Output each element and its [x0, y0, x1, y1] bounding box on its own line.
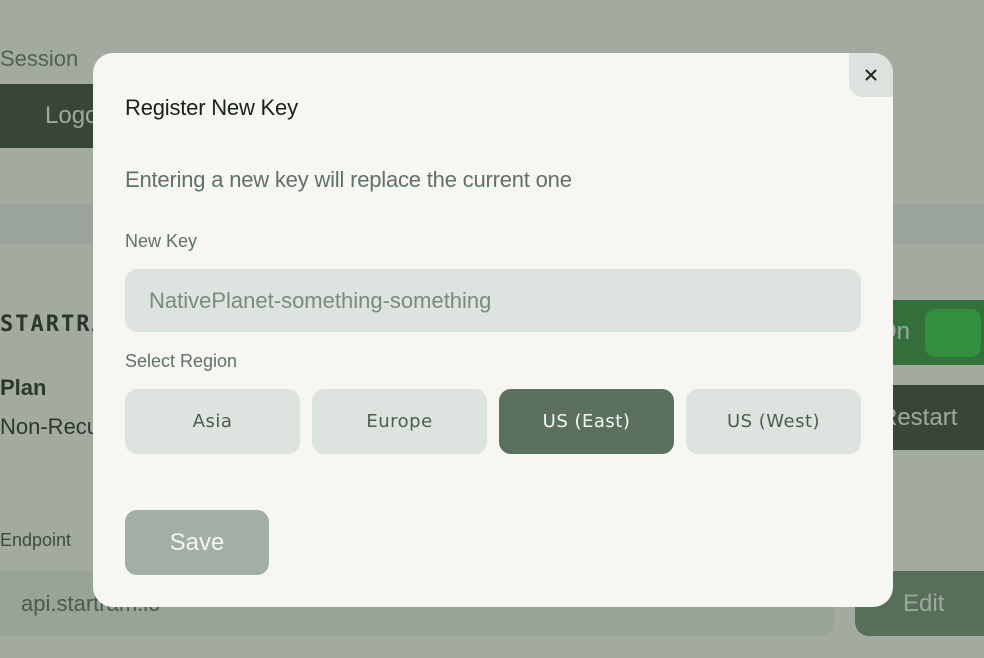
region-option-us-west[interactable]: US (West): [686, 389, 861, 454]
region-option-asia[interactable]: Asia: [125, 389, 300, 454]
modal-title: Register New Key: [125, 95, 298, 120]
close-button[interactable]: [849, 53, 893, 97]
save-button[interactable]: Save: [125, 510, 269, 575]
new-key-input[interactable]: [125, 269, 861, 332]
register-key-modal: Register New Key Entering a new key will…: [93, 53, 893, 607]
region-option-europe[interactable]: Europe: [312, 389, 487, 454]
modal-description: Entering a new key will replace the curr…: [125, 167, 572, 192]
new-key-label: New Key: [125, 231, 198, 251]
region-option-us-east[interactable]: US (East): [499, 389, 674, 454]
close-icon: [865, 69, 877, 81]
select-region-label: Select Region: [125, 351, 238, 371]
region-selector: Asia Europe US (East) US (West): [125, 389, 861, 454]
